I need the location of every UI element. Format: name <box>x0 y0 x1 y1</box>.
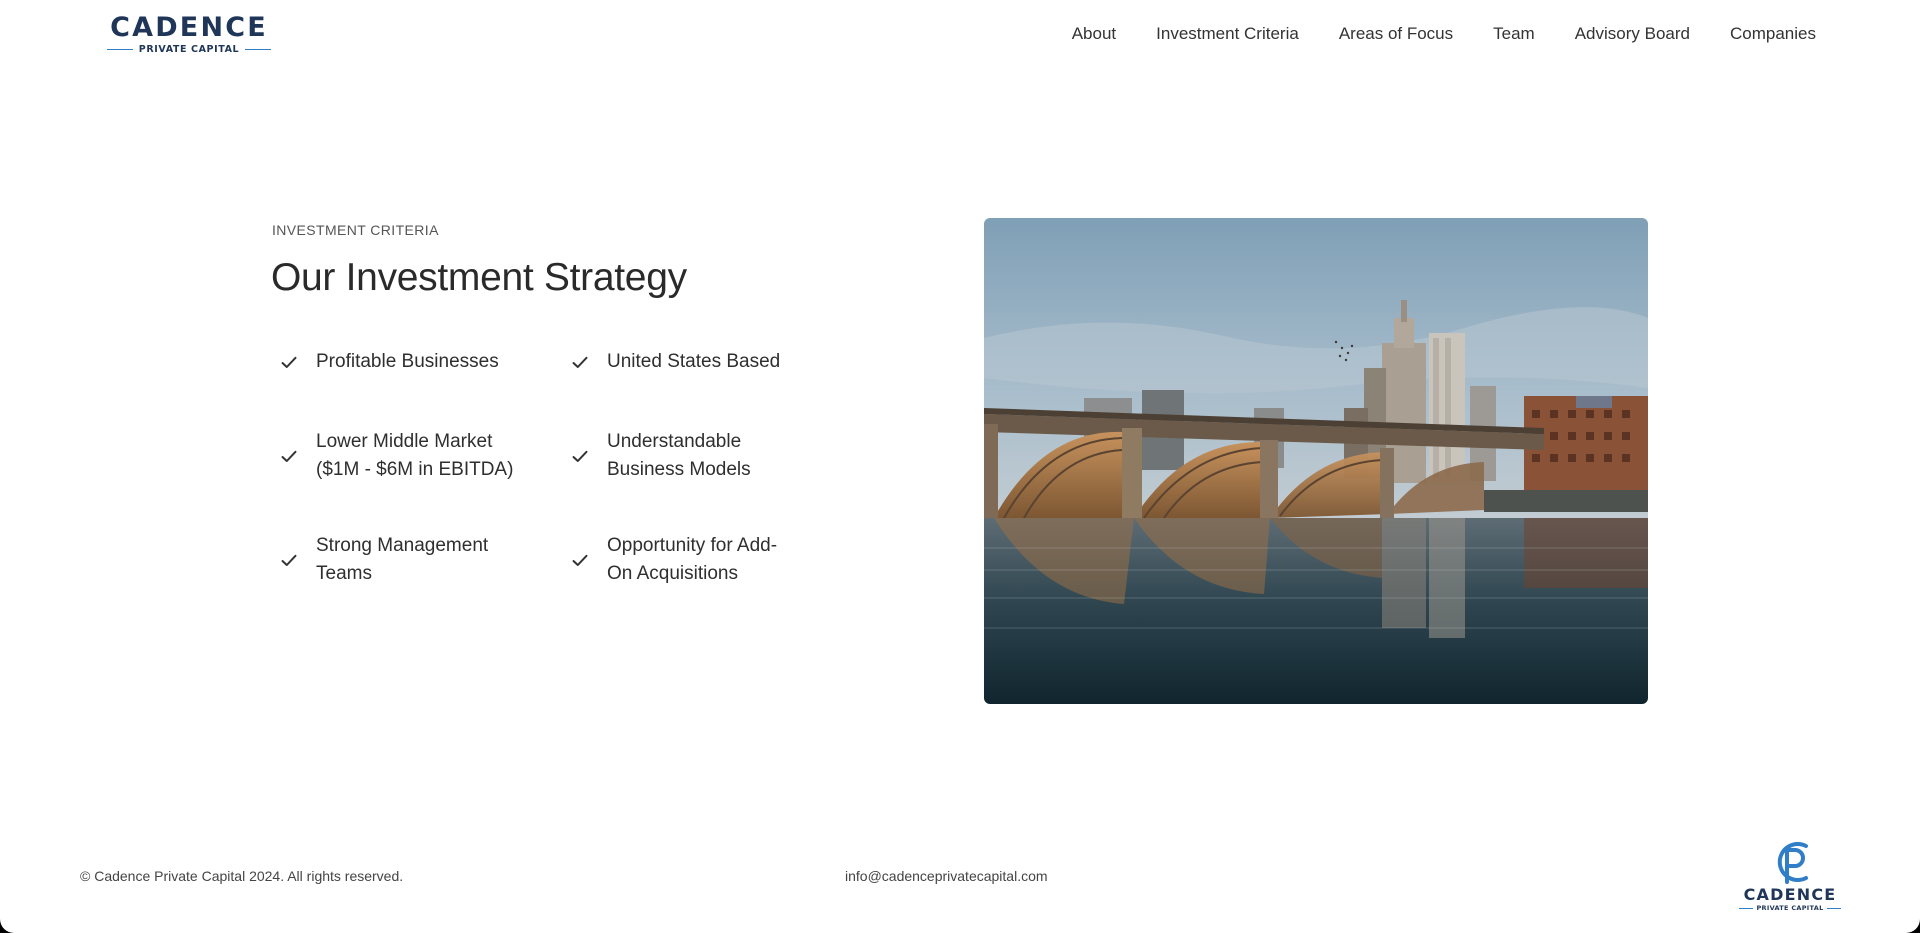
footer-logo[interactable]: CADENCE PRIVATE CAPITAL <box>1738 838 1842 918</box>
nav-link-companies[interactable]: Companies <box>1730 22 1816 46</box>
criteria-item-add-on-acquisitions: Opportunity for Add- On Acquisitions <box>563 532 777 588</box>
footer-copyright: © Cadence Private Capital 2024. All righ… <box>80 868 404 884</box>
criteria-line: Lower Middle Market <box>316 431 493 452</box>
criteria-line: ($1M - $6M in EBITDA) <box>316 459 514 480</box>
criteria-text: Lower Middle Market ($1M - $6M in EBITDA… <box>316 428 513 484</box>
criteria-line: Teams <box>316 563 372 584</box>
cp-monogram-icon <box>1777 842 1808 884</box>
check-icon <box>272 356 316 369</box>
logo-tagline-row: PRIVATE CAPITAL <box>104 44 274 55</box>
logo-rule-right <box>245 48 272 51</box>
criteria-item-profitable: Profitable Businesses <box>272 348 499 376</box>
logo-rule-left <box>106 48 133 51</box>
nav-link-team[interactable]: Team <box>1493 22 1535 46</box>
criteria-line: Opportunity for Add- <box>607 535 778 556</box>
main-nav: About Investment Criteria Areas of Focus… <box>1072 22 1816 46</box>
criteria-text: Opportunity for Add- On Acquisitions <box>607 532 777 588</box>
criteria-item-us-based: United States Based <box>563 348 780 376</box>
criteria-text: United States Based <box>607 348 780 376</box>
criteria-item-understandable-models: Understandable Business Models <box>563 428 751 484</box>
criteria-text: Strong Management Teams <box>316 532 488 588</box>
criteria-text: Profitable Businesses <box>316 348 499 376</box>
logo-tagline: PRIVATE CAPITAL <box>138 44 240 55</box>
criteria-line: Strong Management <box>316 535 489 556</box>
criteria-line: United States Based <box>607 351 781 372</box>
city-bridge-photo <box>984 218 1648 704</box>
criteria-item-strong-management: Strong Management Teams <box>272 532 488 588</box>
criteria-item-lower-middle-market: Lower Middle Market ($1M - $6M in EBITDA… <box>272 428 513 484</box>
logo-wordmark: CADENCE <box>110 12 268 43</box>
criteria-text: Understandable Business Models <box>607 428 751 484</box>
footer-logo-tagline: PRIVATE CAPITAL <box>1756 904 1824 912</box>
criteria-line: Profitable Businesses <box>316 351 499 372</box>
footer-email-link[interactable]: info@cadenceprivatecapital.com <box>845 868 1048 884</box>
check-icon <box>272 450 316 463</box>
city-bridge-illustration <box>984 218 1648 704</box>
check-icon <box>563 356 607 369</box>
nav-link-investment-criteria[interactable]: Investment Criteria <box>1156 22 1299 46</box>
nav-link-areas-of-focus[interactable]: Areas of Focus <box>1339 22 1453 46</box>
section-title: Our Investment Strategy <box>271 256 687 299</box>
criteria-line: Understandable <box>607 431 742 452</box>
page: CADENCE PRIVATE CAPITAL About Investment… <box>0 0 1920 933</box>
section-eyebrow: INVESTMENT CRITERIA <box>272 222 439 238</box>
check-icon <box>272 554 316 567</box>
criteria-line: On Acquisitions <box>607 563 738 584</box>
check-icon <box>563 450 607 463</box>
footer-logo-wordmark: CADENCE <box>1743 885 1837 904</box>
criteria-line: Business Models <box>607 459 751 480</box>
footer-logo-rule-right <box>1826 907 1841 909</box>
nav-link-advisory-board[interactable]: Advisory Board <box>1575 22 1690 46</box>
footer-logo-tagline-row: PRIVATE CAPITAL <box>1738 904 1842 912</box>
footer-logo-rule-left <box>1739 907 1754 909</box>
nav-link-about[interactable]: About <box>1072 22 1116 46</box>
brand-logo[interactable]: CADENCE PRIVATE CAPITAL <box>104 14 274 58</box>
check-icon <box>563 554 607 567</box>
